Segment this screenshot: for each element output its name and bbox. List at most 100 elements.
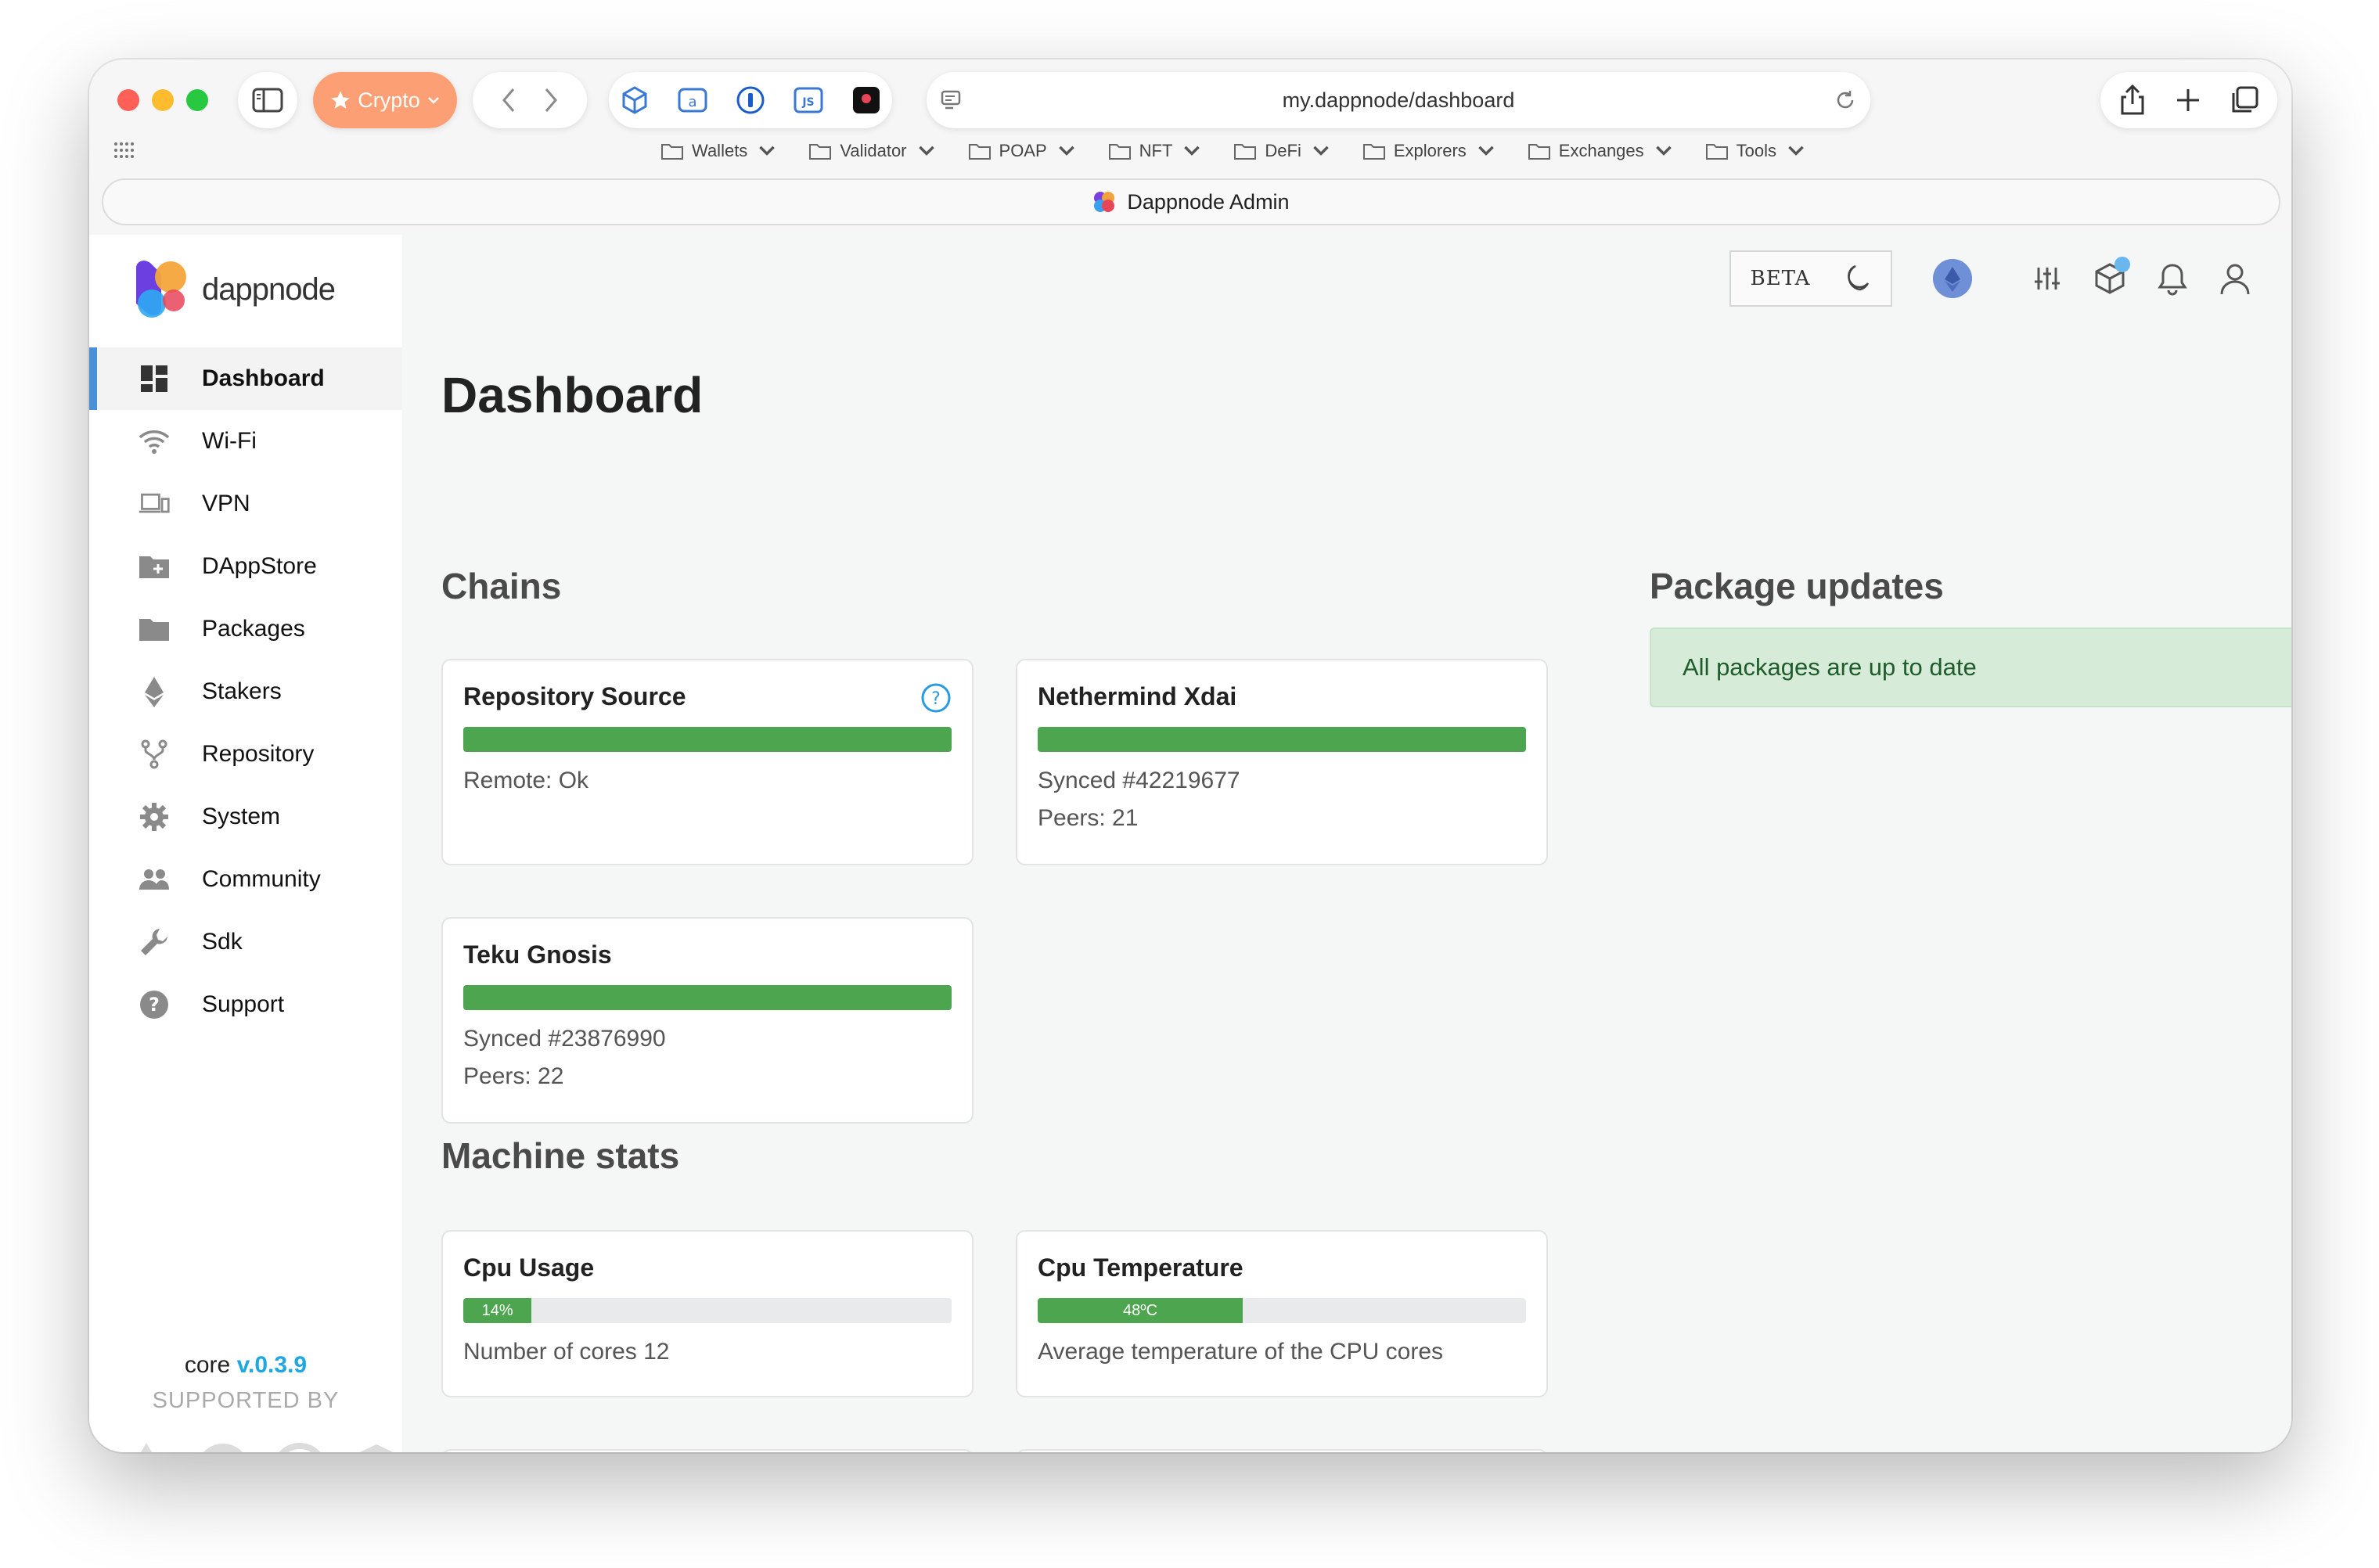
bookmark-label: Exchanges [1558,141,1644,160]
apps-grid-icon[interactable] [113,141,135,160]
folder-icon [1705,144,1728,160]
window-controls [117,89,208,111]
bookmark-folder-validator[interactable]: Validator [808,141,938,161]
sidebar-item-label: Packages [202,616,305,642]
version-link[interactable]: v.0.3.9 [237,1352,308,1378]
sidebar-item-sdk[interactable]: Sdk [89,911,402,973]
bookmark-label: DeFi [1265,141,1301,160]
user-profile-button[interactable] [2218,261,2252,296]
close-window-button[interactable] [117,89,139,111]
bookmark-folder-nft[interactable]: NFT [1108,141,1204,161]
sidebar-item-label: Sdk [202,929,243,955]
sidebar-icon [252,88,283,113]
gnosis-logo[interactable] [269,1440,330,1452]
svg-text:JS: JS [801,96,814,109]
chevron-down-icon [759,146,776,156]
wrench-icon [138,926,171,958]
sync-progress-fill [463,727,952,752]
browser-actions [2100,72,2277,128]
tab-overview-icon[interactable] [2230,85,2259,115]
vpn-icon [138,487,171,520]
chain-status-line: Synced #42219677 [1038,768,1240,793]
dashboard-icon [138,362,171,395]
chains-section-title: Chains [441,566,562,606]
sidebar-item-label: VPN [202,491,250,516]
settings-sliders-button[interactable] [2030,261,2064,296]
dappnode-favicon [1094,192,1115,212]
browser-window: Crypto a JS my.dappnode/dashboard Wallet… [89,59,2291,1452]
sidebar-item-label: DAppStore [202,553,317,579]
sidebar-item-packages[interactable]: Packages [89,598,402,660]
password-extension-icon[interactable] [735,85,766,116]
sidebar-item-support[interactable]: ? Support [89,973,402,1036]
machine-stats-title: Machine stats [441,1135,680,1176]
sidebar-item-community[interactable]: Community [89,848,402,911]
sidebar-item-wi-fi[interactable]: Wi-Fi [89,410,402,473]
sidebar-item-dappstore[interactable]: DAppStore [89,535,402,598]
stat-card-cpu-usage: Cpu Usage 14% Number of cores 12 [441,1230,974,1397]
bell-icon [2158,264,2187,296]
history-navigation [473,72,587,128]
packages-updates-button[interactable] [2093,257,2130,296]
stat-progress-bar: 14% [463,1298,952,1323]
active-tab[interactable]: Dappnode Admin [102,178,2280,225]
back-arrow-icon[interactable] [499,86,518,114]
wallet-avatar[interactable] [1933,259,1972,298]
cube-extension-icon[interactable] [619,85,650,116]
chain-status-line: Synced #23876990 [463,1026,666,1052]
chevron-down-icon [1313,146,1329,156]
new-tab-icon[interactable] [2175,87,2201,113]
sidebar-item-repository[interactable]: Repository [89,723,402,786]
sidebar-item-system[interactable]: System [89,786,402,848]
bookmark-label: Explorers [1393,141,1467,160]
bookmark-folder-poap[interactable]: POAP [968,141,1078,161]
core-version: core v.0.3.9 [89,1352,402,1379]
tab-group-label: Crypto [358,88,420,112]
sidebar-toggle-button[interactable] [238,72,297,128]
js-extension-icon[interactable]: JS [793,85,824,116]
gear-icon [138,800,171,833]
block-logo[interactable] [346,1440,407,1452]
bookmark-folder-exchanges[interactable]: Exchanges [1528,141,1675,161]
sync-progress-bar [1038,727,1526,752]
share-icon[interactable] [2118,85,2147,116]
translate-extension-icon[interactable]: a [677,85,708,116]
stat-title: Cpu Usage [463,1253,595,1282]
sidebar-item-label: Stakers [202,678,282,704]
notifications-button[interactable] [2155,261,2190,296]
ethereum-foundation-logo[interactable] [116,1440,177,1452]
chevron-down-icon [1184,146,1200,156]
star-icon [331,91,350,109]
url-text: my.dappnode/dashboard [1282,88,1515,112]
aragon-logo[interactable] [193,1440,254,1452]
help-icon[interactable]: ? [920,682,952,714]
address-bar[interactable]: my.dappnode/dashboard [927,72,1870,128]
question-icon: ? [138,988,171,1021]
sync-progress-fill [1038,727,1526,752]
package-updates-title: Package updates [1650,566,1944,606]
tab-group-button[interactable]: Crypto [313,72,457,128]
chain-title: Nethermind Xdai [1038,682,1237,710]
bookmark-folder-tools[interactable]: Tools [1705,141,1808,161]
beta-theme-toggle[interactable]: BETA [1729,250,1892,307]
sidebar-item-stakers[interactable]: Stakers [89,660,402,723]
chevron-down-icon [1655,146,1672,156]
user-icon [2220,264,2250,295]
dark-extension-icon[interactable] [851,85,882,116]
bookmarks-bar: Wallets Validator POAP NFT DeFi Explorers Exch… [660,141,1808,161]
chevron-down-icon [1058,146,1074,156]
stat-value-label: 14% [481,1301,513,1319]
minimize-window-button[interactable] [152,89,174,111]
bookmark-folder-defi[interactable]: DeFi [1233,141,1332,161]
sidebar-item-vpn[interactable]: VPN [89,473,402,535]
sidebar-item-dashboard[interactable]: Dashboard [89,347,402,410]
reader-icon[interactable] [939,88,963,111]
bookmark-folder-wallets[interactable]: Wallets [660,141,779,161]
zoom-window-button[interactable] [186,89,208,111]
reload-icon[interactable] [1834,89,1856,111]
bookmark-folder-explorers[interactable]: Explorers [1362,141,1498,161]
forward-arrow-icon[interactable] [542,86,560,114]
brand-logo[interactable]: dappnode [131,258,336,321]
bookmark-label: Wallets [692,141,748,160]
chain-status-line: Peers: 22 [463,1063,564,1089]
